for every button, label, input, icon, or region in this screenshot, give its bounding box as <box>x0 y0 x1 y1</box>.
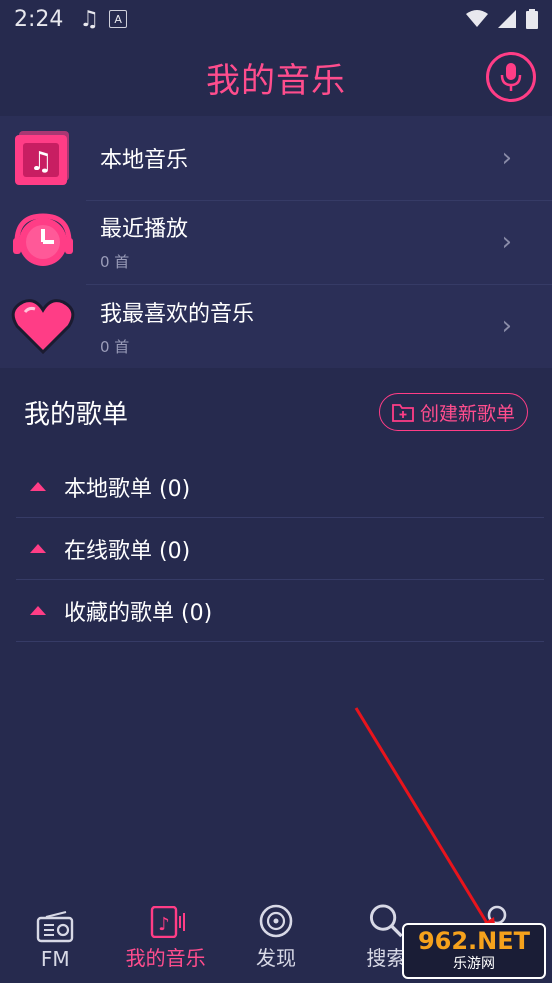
recent-play-count: 0 首 <box>100 253 130 271</box>
page-title: 我的音乐 <box>206 60 346 101</box>
tab-fm-label: FM <box>40 947 70 971</box>
status-bar: 2:24 ♫ A <box>0 0 552 38</box>
playlist-group-label: 在线歌单 (0) <box>64 538 191 564</box>
playlist-group-label: 收藏的歌单 (0) <box>64 600 213 626</box>
chevron-right-icon: › <box>501 311 512 341</box>
wifi-icon <box>466 10 488 27</box>
app-header: 我的音乐 <box>0 38 552 116</box>
music-album-icon: ♫ <box>15 131 69 185</box>
tab-discover[interactable]: 发现 <box>221 903 331 983</box>
watermark-small-text: 乐游网 <box>453 956 495 972</box>
voice-search-button[interactable] <box>486 52 536 102</box>
caret-up-icon <box>30 544 46 553</box>
search-icon <box>370 904 404 938</box>
favorite-music-item[interactable]: 我最喜欢的音乐 0 首 › <box>0 284 552 368</box>
favorite-music-label: 我最喜欢的音乐 <box>100 301 255 327</box>
caret-up-icon <box>30 482 46 491</box>
battery-icon <box>526 9 538 29</box>
clock-headphones-icon <box>13 213 73 266</box>
recent-play-label: 最近播放 <box>100 217 189 242</box>
create-playlist-button[interactable]: 创建新歌单 <box>378 393 528 431</box>
local-music-item[interactable]: ♫ 本地音乐 › <box>0 116 552 201</box>
chevron-right-icon: › <box>501 143 512 173</box>
tab-my-music[interactable]: ♪ 我的音乐 <box>110 903 220 983</box>
recent-play-item[interactable]: 最近播放 0 首 › <box>0 200 552 285</box>
music-note-icon: ♫ <box>79 6 100 32</box>
disc-icon <box>259 904 293 938</box>
watermark-logo: 962.NET 乐游网 <box>402 923 546 979</box>
microphone-icon <box>500 63 522 91</box>
playlist-group-local[interactable]: 本地歌单 (0) <box>16 456 544 518</box>
svg-text:♫: ♫ <box>29 147 52 177</box>
playlist-group-collected[interactable]: 收藏的歌单 (0) <box>16 580 544 642</box>
tab-fm[interactable]: FM <box>0 903 110 983</box>
caret-up-icon <box>30 606 46 615</box>
signal-icon <box>498 10 516 28</box>
svg-text:♪: ♪ <box>158 914 170 935</box>
playlist-group-online[interactable]: 在线歌单 (0) <box>16 518 544 580</box>
playlist-group-label: 本地歌单 (0) <box>64 476 191 502</box>
tab-discover-label: 发现 <box>256 946 297 970</box>
radio-icon <box>37 911 74 943</box>
status-time: 2:24 <box>14 6 64 32</box>
tab-search-label: 搜索 <box>366 946 407 970</box>
create-playlist-label: 创建新歌单 <box>419 402 515 425</box>
music-phone-icon: ♪ <box>150 906 185 938</box>
library-card: ♫ 本地音乐 › 最近播放 0 首 › 我最喜欢的音乐 0 首 › <box>0 116 552 368</box>
playlists-section: 我的歌单 创建新歌单 本地歌单 (0) 在线歌单 (0) 收藏的歌单 (0) <box>0 368 552 642</box>
watermark-big-text: 962.NET <box>417 927 531 955</box>
a-notification-icon: A <box>109 10 128 28</box>
playlists-title: 我的歌单 <box>24 399 129 430</box>
folder-plus-icon <box>392 404 414 422</box>
local-music-label: 本地音乐 <box>100 147 189 173</box>
chevron-right-icon: › <box>501 227 512 257</box>
tab-my-music-label: 我的音乐 <box>125 946 206 970</box>
favorite-music-count: 0 首 <box>100 337 130 356</box>
heart-icon <box>11 299 75 354</box>
